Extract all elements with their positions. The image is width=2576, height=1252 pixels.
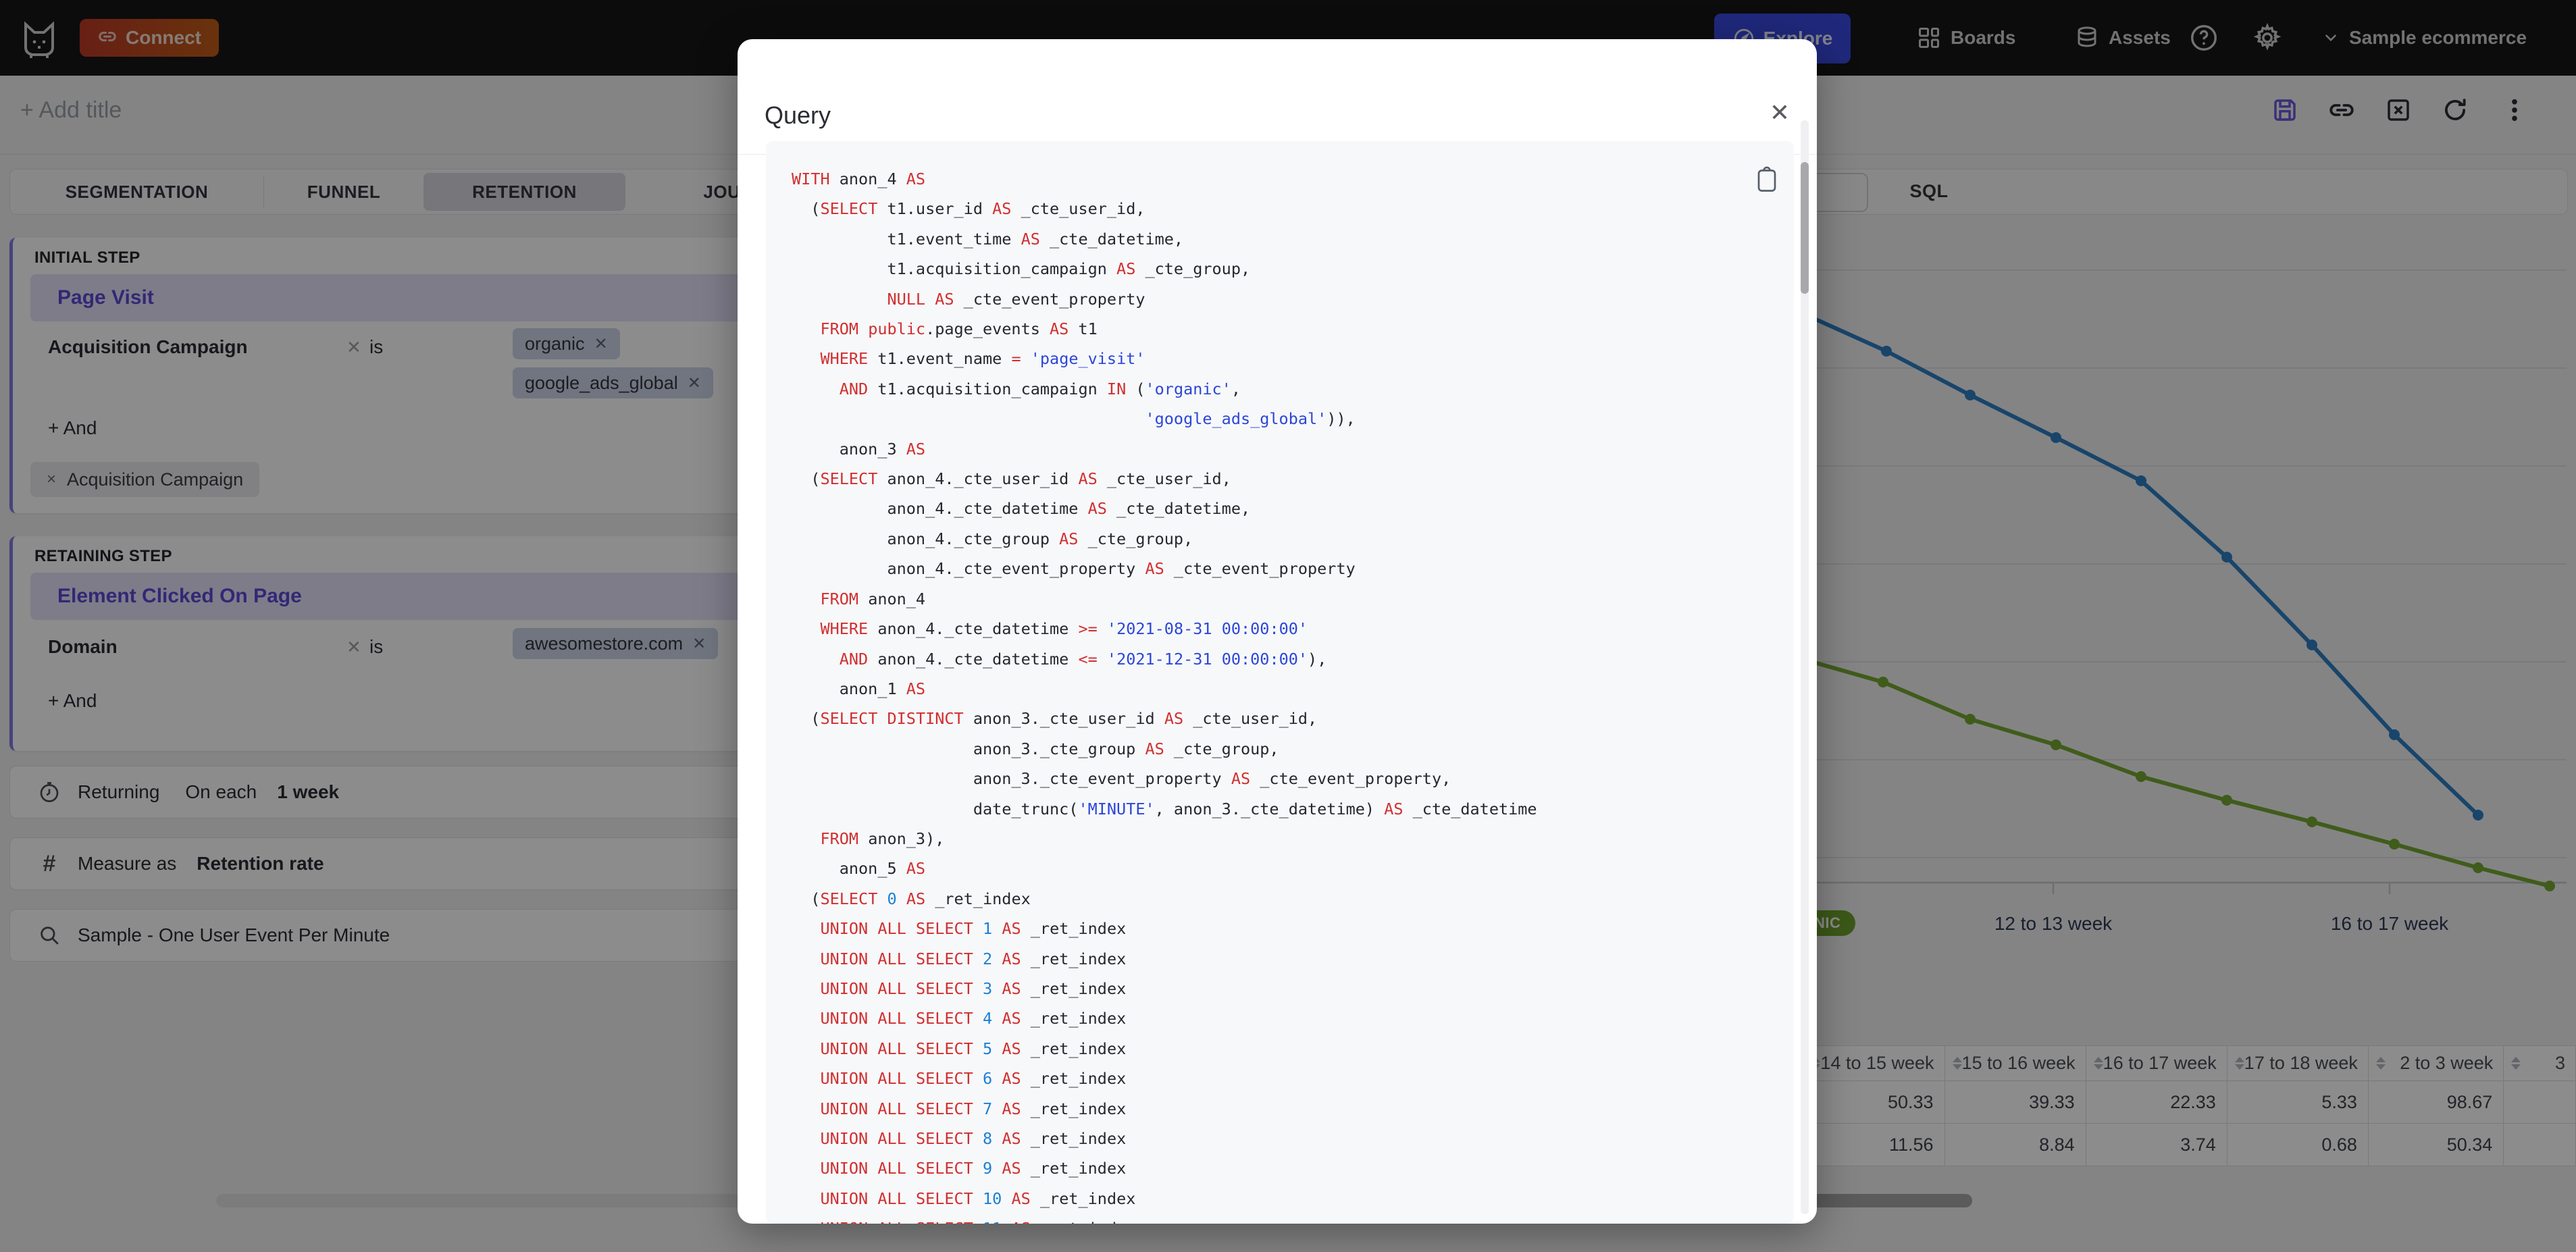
sql-code-line: FROM anon_4 (820, 589, 926, 608)
sql-code-line: UNION ALL SELECT 9 AS _ret_index (820, 1159, 1127, 1178)
sql-code-line: t1.event_time AS _cte_datetime, (792, 229, 1184, 249)
sql-code-line: (SELECT anon_4._cte_user_id AS _cte_user… (792, 469, 1231, 489)
sql-code-line: anon_5 AS (792, 859, 926, 879)
sql-code-line: AND anon_4._cte_datetime <= '2021-12-31 … (839, 649, 1327, 669)
sql-code-line: date_trunc('MINUTE', anon_3._cte_datetim… (792, 799, 1537, 818)
sql-code-line: (SELECT 0 AS _ret_index (792, 889, 1031, 908)
modal-scrollbar-thumb[interactable] (1801, 162, 1809, 294)
sql-code-line: UNION ALL SELECT 10 AS _ret_index (820, 1189, 1136, 1208)
sql-code-line: 'google_ads_global')), (1145, 409, 1356, 429)
sql-code-line: WITH anon_4 AS (792, 169, 926, 188)
sql-code-line: WHERE anon_4._cte_datetime >= '2021-08-3… (820, 619, 1308, 639)
sql-code-line: UNION ALL SELECT 7 AS _ret_index (820, 1099, 1127, 1118)
close-icon[interactable]: ✕ (1770, 99, 1790, 127)
sql-code-line: FROM public.page_events AS t1 (820, 319, 1098, 339)
sql-code-line: UNION ALL SELECT 5 AS _ret_index (820, 1039, 1127, 1058)
sql-code-line: anon_3._cte_group AS _cte_group, (792, 739, 1279, 758)
sql-code-line: anon_1 AS (792, 679, 926, 698)
sql-code-line: AND t1.acquisition_campaign IN ('organic… (839, 379, 1241, 398)
sql-code-line: anon_4._cte_event_property AS _cte_event… (792, 559, 1356, 579)
sql-code-line: UNION ALL SELECT 1 AS _ret_index (820, 919, 1127, 939)
query-modal: Query ✕ WITH anon_4 AS (SELECT t1.user_i… (738, 39, 1817, 1224)
sql-code-line: (SELECT DISTINCT anon_3._cte_user_id AS … (792, 709, 1318, 729)
modal-title: Query (765, 101, 831, 129)
sql-code-line: (SELECT t1.user_id AS _cte_user_id, (792, 199, 1145, 219)
sql-code-line: UNION ALL SELECT 6 AS _ret_index (820, 1069, 1127, 1089)
app-root: Connect Explore Boards Assets Sample eco… (0, 0, 2576, 1252)
copy-icon[interactable] (1755, 165, 1779, 194)
sql-code-line: anon_3._cte_event_property AS _cte_event… (792, 769, 1451, 789)
sql-code-line: UNION ALL SELECT 8 AS _ret_index (820, 1129, 1127, 1148)
sql-code-line: NULL AS _cte_event_property (887, 289, 1145, 309)
sql-code-line: t1.acquisition_campaign AS _cte_group, (792, 259, 1251, 279)
sql-code-line: FROM anon_3), (820, 829, 945, 848)
sql-code-line: UNION ALL SELECT 2 AS _ret_index (820, 949, 1127, 968)
sql-code-line: anon_3 AS (792, 439, 926, 459)
sql-code-line: anon_4._cte_group AS _cte_group, (792, 529, 1193, 548)
sql-code-block: WITH anon_4 AS (SELECT t1.user_id AS _ct… (766, 141, 1794, 1224)
sql-code-line: UNION ALL SELECT 4 AS _ret_index (820, 1009, 1127, 1028)
sql-code-line: UNION ALL SELECT 11 AS _ret_index (792, 1214, 1780, 1224)
sql-code-line: anon_4._cte_datetime AS _cte_datetime, (792, 499, 1251, 519)
sql-code-line: WHERE t1.event_name = 'page_visit' (820, 349, 1145, 369)
sql-code-line: UNION ALL SELECT 3 AS _ret_index (820, 979, 1127, 998)
